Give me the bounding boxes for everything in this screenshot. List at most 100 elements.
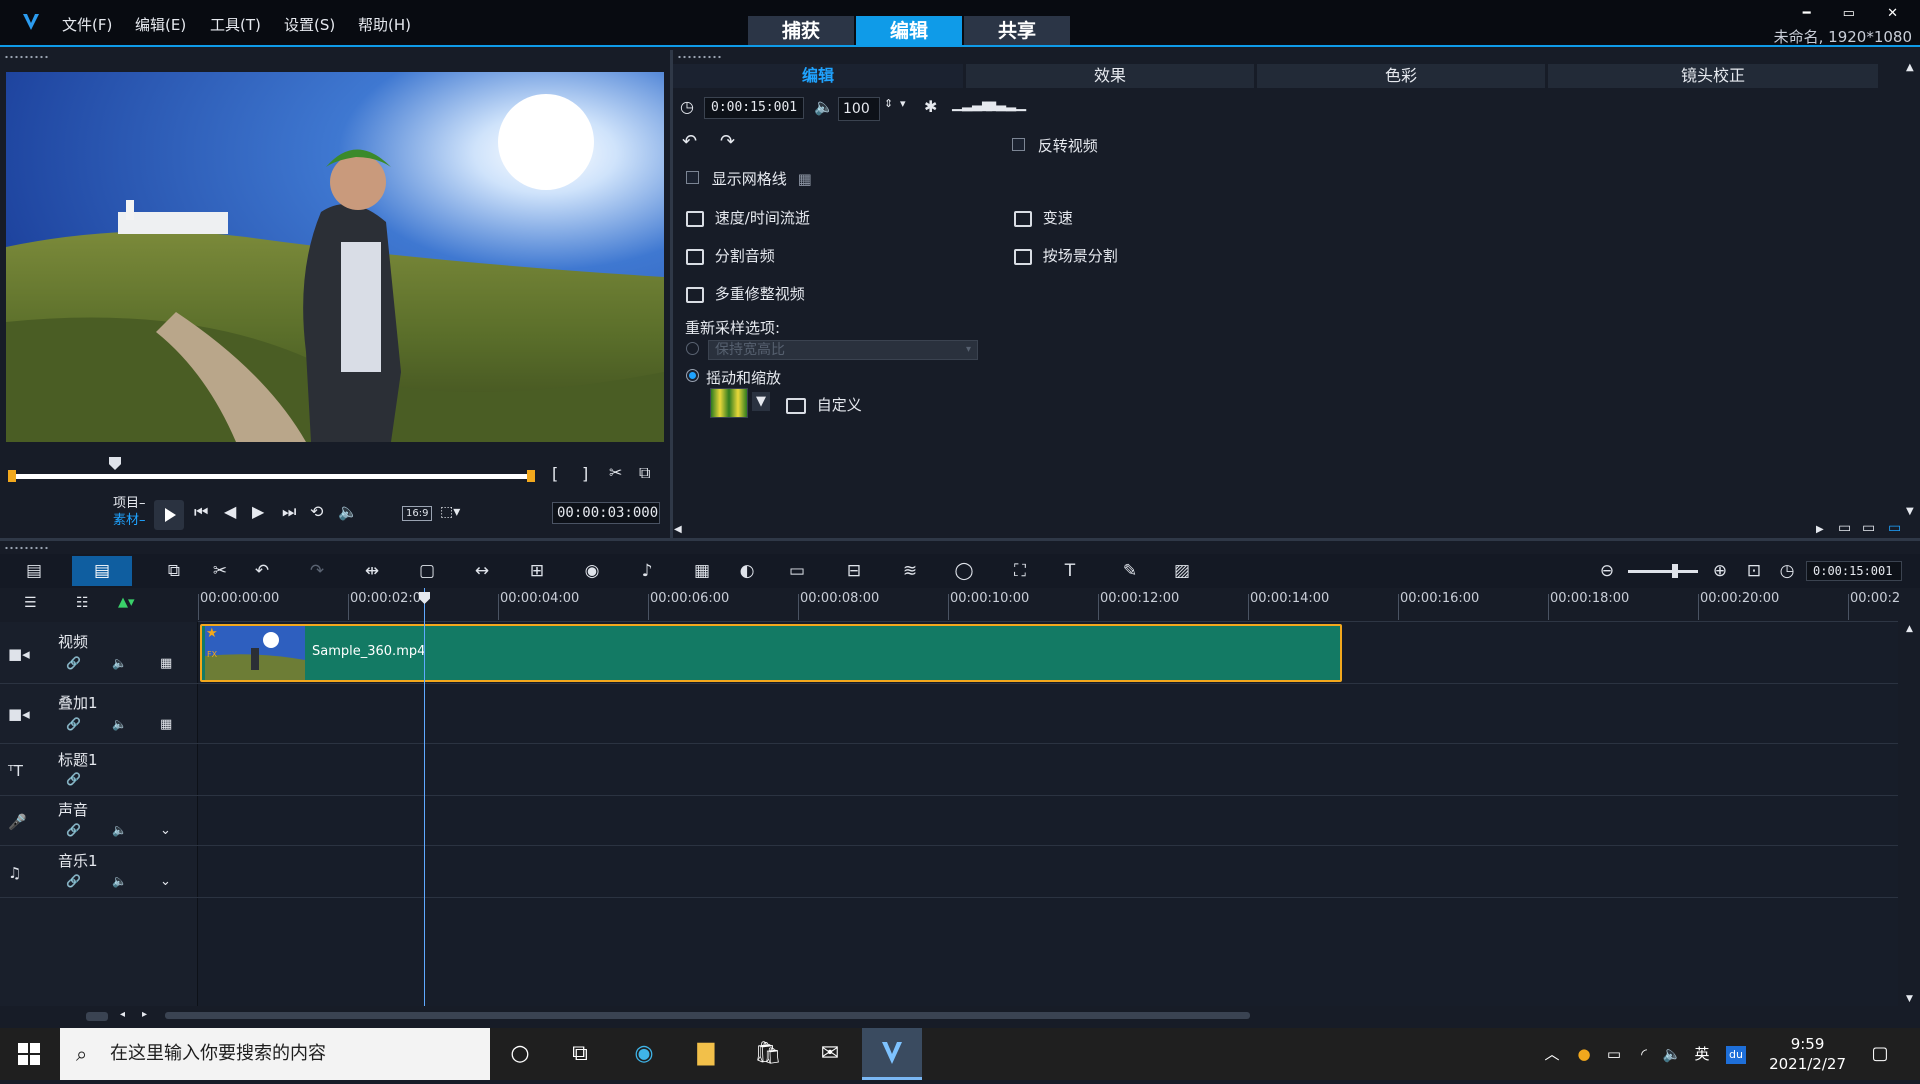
fade-out-icon[interactable]: ▅▃▂▁ bbox=[986, 97, 1026, 112]
volume-dropdown[interactable]: ▾ bbox=[900, 97, 906, 110]
track-volume-icon[interactable]: 🔈 bbox=[112, 823, 127, 837]
multi-track-icon[interactable]: ⊞ bbox=[525, 559, 549, 583]
show-hidden-icons[interactable]: ︿ bbox=[1534, 1036, 1570, 1072]
enlarge-preview-icon[interactable]: ⧉ bbox=[639, 463, 650, 483]
timeline-timecode[interactable]: 0:00:15:001 bbox=[1806, 561, 1902, 581]
baidu-input-icon[interactable]: du bbox=[1726, 1046, 1746, 1064]
title-text-icon[interactable]: ᵀT bbox=[8, 762, 23, 780]
taskbar-search-box[interactable]: 在这里输入你要搜索的内容 bbox=[60, 1028, 490, 1080]
volume-stepper[interactable]: ⇕ bbox=[884, 97, 893, 110]
volume-field[interactable]: 100 bbox=[838, 97, 880, 121]
mode-clip-label[interactable]: 素材– bbox=[113, 512, 146, 529]
options-scroll-down[interactable]: ▼ bbox=[1906, 506, 1914, 517]
trim-end-handle[interactable] bbox=[527, 470, 535, 482]
split-screen-icon[interactable]: ⊟ bbox=[842, 559, 866, 583]
show-grid-checkbox[interactable] bbox=[686, 171, 699, 184]
timeline-ruler[interactable] bbox=[198, 588, 1898, 622]
tracks-scroll-up[interactable]: ▲ bbox=[1906, 624, 1913, 634]
tools-icon[interactable]: ✂ bbox=[208, 559, 232, 583]
variable-speed-button[interactable]: 变速 bbox=[1014, 207, 1073, 228]
keep-aspect-select[interactable]: 保持宽高比 ▾ bbox=[708, 340, 978, 360]
track-manager-icon[interactable]: ☰ bbox=[24, 595, 37, 611]
rotate-left-icon[interactable]: ↶ bbox=[682, 131, 697, 152]
zoom-out-icon[interactable]: ⊖ bbox=[1595, 559, 1619, 583]
video-camera-icon[interactable]: ■◂ bbox=[8, 645, 30, 663]
option-tab-lens-correction[interactable]: 镜头校正 bbox=[1548, 64, 1878, 88]
storyboard-view-icon[interactable]: ▤ bbox=[22, 559, 46, 583]
360-video-icon[interactable]: ◯ bbox=[952, 559, 976, 583]
system-clock[interactable]: 9:59 2021/2/27 bbox=[1769, 1034, 1846, 1074]
notification-center-icon[interactable]: ▢ bbox=[1862, 1036, 1898, 1072]
track-volume-icon[interactable]: 🔈 bbox=[112, 717, 127, 731]
preview-mode-toggle[interactable]: 项目– 素材– bbox=[113, 495, 146, 529]
menu-tools[interactable]: 工具(T) bbox=[210, 14, 261, 35]
options-scroll-up[interactable]: ▲ bbox=[1906, 62, 1914, 73]
duration-field[interactable]: 0:00:15:001 bbox=[704, 97, 804, 119]
redo-icon[interactable]: ↷ bbox=[305, 559, 329, 583]
track-transparency-icon[interactable]: ▦ bbox=[160, 717, 172, 732]
options-scroll-right[interactable]: ▶ bbox=[1816, 524, 1824, 535]
options-icon[interactable]: ⧉ bbox=[162, 559, 186, 583]
edge-browser-icon[interactable]: ◉ bbox=[626, 1036, 662, 1072]
overlay-camera-icon[interactable]: ■◂ bbox=[8, 705, 30, 723]
tab-share[interactable]: 共享 bbox=[964, 16, 1070, 46]
keep-aspect-radio[interactable] bbox=[686, 342, 699, 355]
menu-help[interactable]: 帮助(H) bbox=[358, 14, 411, 35]
windows-start-icon[interactable] bbox=[18, 1043, 40, 1065]
speed-time-button[interactable]: 速度/时间流逝 bbox=[686, 207, 810, 228]
fit-project-icon[interactable]: ⊡ bbox=[1742, 559, 1766, 583]
pan-zoom-preset-thumbnail[interactable] bbox=[710, 388, 748, 418]
menu-settings[interactable]: 设置(S) bbox=[284, 14, 335, 35]
option-tab-color[interactable]: 色彩 bbox=[1257, 64, 1545, 88]
tracks-scroll-down[interactable]: ▼ bbox=[1906, 994, 1913, 1004]
fit-timeline-icon[interactable]: ⇹ bbox=[360, 559, 384, 583]
layout-icon-1[interactable]: ▭ bbox=[1838, 520, 1851, 536]
link-icon[interactable]: 🔗 bbox=[66, 656, 81, 670]
chapter-icon[interactable]: ☷ bbox=[76, 595, 89, 611]
layout-icon-2[interactable]: ▭ bbox=[1862, 520, 1875, 536]
window-controls[interactable]: ━ ▭ ✕ bbox=[1803, 6, 1912, 21]
panel-grip[interactable] bbox=[4, 55, 48, 59]
panel-grip[interactable] bbox=[4, 546, 48, 550]
tab-edit[interactable]: 编辑 bbox=[856, 16, 962, 46]
music-note-icon[interactable]: ♫ bbox=[8, 864, 21, 882]
zoom-in-icon[interactable]: ⊕ bbox=[1708, 559, 1732, 583]
reverse-video-checkbox[interactable] bbox=[1012, 138, 1025, 151]
link-icon[interactable]: 🔗 bbox=[66, 874, 81, 888]
split-by-scene-button[interactable]: 按场景分割 bbox=[1014, 245, 1118, 266]
next-frame-icon[interactable]: ▶ bbox=[252, 502, 264, 521]
options-scroll-left[interactable]: ◀ bbox=[674, 524, 682, 535]
zoom-slider-thumb[interactable] bbox=[1672, 564, 1678, 578]
mute-icon[interactable]: ✱ bbox=[924, 97, 937, 116]
subtitle-icon[interactable]: ▭ bbox=[785, 559, 809, 583]
link-icon[interactable]: 🔗 bbox=[66, 772, 81, 786]
multi-trim-button[interactable]: 多重修整视频 bbox=[686, 283, 805, 304]
preview-timecode[interactable]: 00:00:03:000 bbox=[552, 502, 660, 524]
go-to-start-icon[interactable]: ⏮ bbox=[194, 502, 208, 522]
customize-button[interactable]: 自定义 bbox=[786, 394, 862, 415]
undo-icon[interactable]: ↶ bbox=[250, 559, 274, 583]
previous-frame-icon[interactable]: ◀ bbox=[224, 502, 236, 521]
timeline-horizontal-scrollbar[interactable] bbox=[165, 1012, 1250, 1019]
play-button[interactable] bbox=[154, 500, 184, 530]
split-audio-button[interactable]: 分割音频 bbox=[686, 245, 775, 266]
pan-zoom-radio[interactable] bbox=[686, 369, 699, 382]
trim-start-handle[interactable] bbox=[8, 470, 16, 482]
aspect-ratio-selector[interactable]: 16:9 bbox=[402, 506, 433, 521]
go-to-end-icon[interactable]: ⏭ bbox=[282, 502, 296, 522]
videostudio-taskbar-button[interactable] bbox=[862, 1028, 922, 1080]
cortana-icon[interactable]: ○ bbox=[502, 1036, 538, 1072]
track-volume-icon[interactable]: 🔈 bbox=[112, 874, 127, 888]
scroll-right-icon[interactable]: ▸ bbox=[142, 1009, 147, 1020]
audio-ducking-icon[interactable]: ≋ bbox=[898, 559, 922, 583]
preview-scrub-bar[interactable] bbox=[10, 474, 534, 479]
ime-indicator[interactable]: 英 bbox=[1684, 1036, 1720, 1072]
marker-icon[interactable]: ▲▾ bbox=[118, 595, 135, 610]
option-tab-edit[interactable]: 编辑 bbox=[673, 64, 963, 88]
panel-grip[interactable] bbox=[677, 55, 721, 59]
audio-mixer-icon[interactable]: ♪ bbox=[635, 559, 659, 583]
mask-icon[interactable]: ◐ bbox=[735, 559, 759, 583]
mark-in-button[interactable]: [ bbox=[552, 464, 558, 483]
track-volume-icon[interactable]: 🔈 bbox=[112, 656, 127, 670]
split-clip-icon[interactable]: ✂ bbox=[609, 463, 622, 482]
